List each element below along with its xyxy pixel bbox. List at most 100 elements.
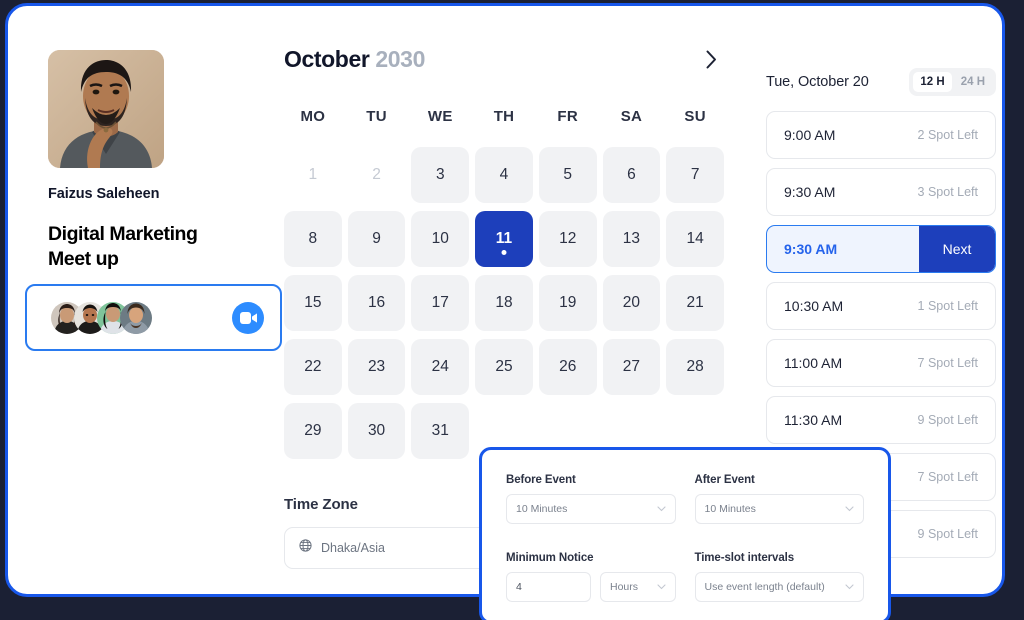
booking-app-card: Faizus Saleheen Digital Marketing Meet u…: [5, 3, 1005, 620]
hour-format-toggle[interactable]: 12 H 24 H: [909, 68, 996, 96]
time-slot-time: 9:00 AM: [784, 127, 836, 143]
calendar-day-label: 1: [308, 166, 318, 183]
calendar-day-label: 4: [499, 166, 509, 183]
calendar-day-19[interactable]: 19: [538, 275, 597, 331]
calendar-day-26[interactable]: 26: [538, 339, 597, 395]
calendar-day-10[interactable]: 10: [411, 211, 470, 267]
minimum-notice-input[interactable]: 4: [506, 572, 591, 602]
attendees-popup[interactable]: [25, 284, 282, 351]
minimum-notice-label: Minimum Notice: [506, 552, 594, 564]
calendar-day-25[interactable]: 25: [475, 339, 533, 395]
after-event-select[interactable]: 10 Minutes: [694, 494, 864, 524]
calendar-day-label: 11: [495, 230, 513, 247]
after-event-label: After Event: [694, 474, 755, 486]
hour-format-12h[interactable]: 12 H: [913, 72, 952, 92]
time-slot-row[interactable]: 9:00 AM 2 Spot Left: [766, 111, 996, 159]
calendar-day-15[interactable]: 15: [284, 275, 342, 331]
calendar-day-29[interactable]: 29: [284, 403, 342, 459]
calendar-day-13[interactable]: 13: [602, 211, 661, 267]
calendar-day-6[interactable]: 6: [602, 147, 661, 203]
calendar-day-label: 22: [304, 358, 322, 375]
time-slot-time: 11:00 AM: [784, 355, 843, 371]
calendar-day-label: 23: [367, 358, 386, 375]
calendar-day-label: 28: [686, 358, 704, 375]
calendar-day-label: 3: [435, 166, 445, 183]
selected-date-label: Tue, October 20: [766, 74, 869, 90]
attendee-avatar-4: [120, 301, 152, 334]
calendar-day-17[interactable]: 17: [411, 275, 470, 331]
minimum-notice-unit-select[interactable]: Hours: [600, 572, 676, 602]
time-slot-spots: 9 Spot Left: [917, 413, 978, 427]
time-slot-spots: 2 Spot Left: [917, 128, 978, 142]
calendar-day-4[interactable]: 4: [475, 147, 533, 203]
calendar-day-label: 2: [372, 166, 381, 183]
calendar-day-12[interactable]: 12: [538, 211, 597, 267]
time-slot-row[interactable]: 11:00 AM 7 Spot Left: [766, 339, 996, 387]
calendar-day-label: 24: [431, 358, 449, 375]
calendar-day-label: 27: [622, 358, 641, 375]
calendar-day-label: 6: [627, 166, 636, 183]
calendar-day-label: 5: [563, 166, 573, 183]
calendar-day-22[interactable]: 22: [284, 339, 342, 395]
calendar-day-5[interactable]: 5: [538, 147, 597, 203]
avatar: [48, 50, 164, 168]
minimum-notice-field: Minimum Notice 4 Hours: [506, 552, 676, 602]
calendar-month: October: [284, 45, 370, 72]
calendar-panel: October 2030 MO TU WE TH FR SA SU 1 2 3 4 5 6 7 8 9 10 1…: [284, 42, 724, 459]
calendar-day-27[interactable]: 27: [602, 339, 661, 395]
event-settings-popup: Before Event 10 Minutes After Event 10 M…: [479, 447, 891, 620]
calendar-day-20[interactable]: 20: [602, 275, 661, 331]
attendee-avatar-stack: [51, 301, 152, 334]
chevron-down-icon: [845, 583, 854, 592]
calendar-day-label: 31: [431, 422, 449, 439]
time-slot-spots: 9 Spot Left: [917, 527, 978, 541]
calendar-day-18[interactable]: 18: [475, 275, 533, 331]
before-event-field: Before Event 10 Minutes: [506, 474, 676, 524]
profile-name: Faizus Saleheen: [48, 186, 160, 202]
before-event-select[interactable]: 10 Minutes: [506, 494, 676, 524]
time-slot-time: 11:30 AM: [784, 412, 843, 428]
time-slot-spots: 7 Spot Left: [917, 356, 978, 370]
calendar-day-31[interactable]: 31: [411, 403, 470, 459]
calendar-day-21[interactable]: 21: [666, 275, 724, 331]
calendar-day-label: 8: [308, 230, 318, 247]
calendar-day-16[interactable]: 16: [347, 275, 406, 331]
time-slot-row[interactable]: 10:30 AM 1 Spot Left: [766, 282, 996, 330]
calendar-day-label: 17: [431, 294, 449, 311]
calendar-day-label: 14: [686, 230, 704, 247]
calendar-day-label: 12: [559, 230, 577, 247]
video-camera-icon[interactable]: [232, 301, 264, 334]
calendar-day-9[interactable]: 9: [347, 211, 406, 267]
before-event-label: Before Event: [506, 474, 576, 486]
weekday-su: SU: [684, 108, 706, 125]
timeslot-intervals-select[interactable]: Use event length (default): [694, 572, 864, 602]
grid-spacer-left: [506, 530, 676, 546]
calendar-day-3[interactable]: 3: [411, 147, 470, 203]
calendar-day-14[interactable]: 14: [666, 211, 724, 267]
calendar-day-30[interactable]: 30: [347, 403, 406, 459]
calendar-day-label: 29: [304, 422, 322, 439]
minimum-notice-row: 4 Hours: [506, 572, 676, 602]
after-event-value: 10 Minutes: [704, 503, 756, 515]
calendar-day-label: 10: [431, 230, 449, 247]
calendar-day-label: 21: [686, 294, 704, 311]
calendar-day-11[interactable]: 11: [475, 211, 533, 267]
chevron-right-icon[interactable]: [698, 46, 724, 72]
event-title: Digital Marketing Meet up: [48, 223, 198, 270]
time-slot-row[interactable]: 9:30 AM 3 Spot Left: [766, 168, 996, 216]
calendar-day-28[interactable]: 28: [666, 339, 724, 395]
next-button[interactable]: Next: [919, 226, 995, 272]
calendar-day-8[interactable]: 8: [284, 211, 342, 267]
weekday-we: WE: [427, 108, 453, 125]
profile-column: Faizus Saleheen Digital Marketing Meet u…: [48, 50, 258, 272]
weekday-header-row: MO TU WE TH FR SA SU: [284, 108, 724, 125]
calendar-day-23[interactable]: 23: [347, 339, 406, 395]
calendar-day-label: 7: [690, 166, 700, 183]
calendar-day-24[interactable]: 24: [411, 339, 470, 395]
time-slot-row[interactable]: 9:30 AM Next: [766, 225, 996, 273]
calendar-day-7[interactable]: 7: [666, 147, 724, 203]
time-slot-time: 9:30 AM: [784, 241, 838, 257]
time-slot-row[interactable]: 11:30 AM 9 Spot Left: [766, 396, 996, 444]
time-slot-spots: 1 Spot Left: [917, 299, 978, 313]
hour-format-24h[interactable]: 24 H: [954, 72, 992, 92]
